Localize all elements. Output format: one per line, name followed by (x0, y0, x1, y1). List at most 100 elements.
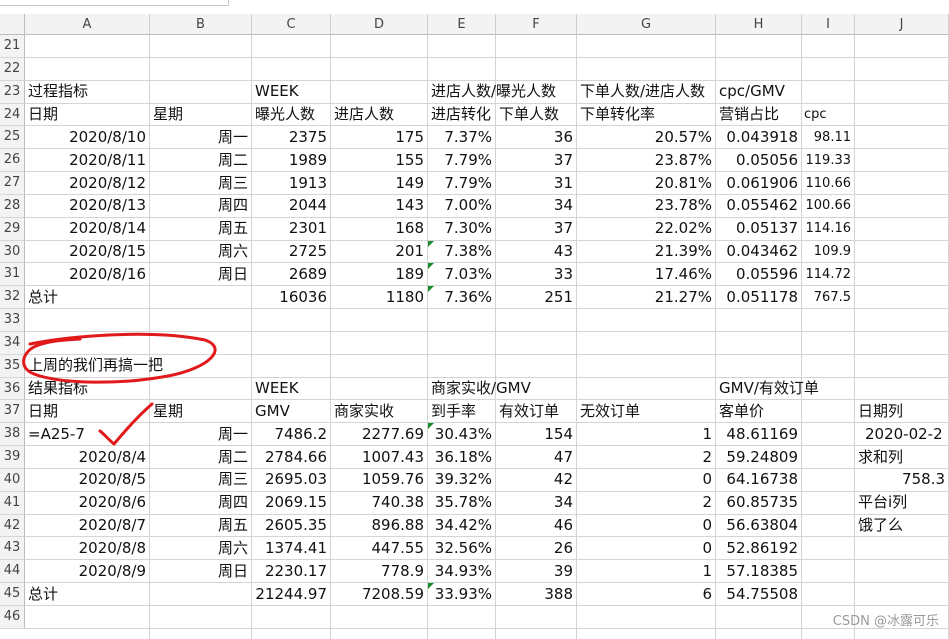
row-header-30[interactable]: 30 (0, 240, 25, 264)
column-header-J[interactable]: J (855, 14, 949, 35)
row-header-38[interactable]: 38 (0, 423, 25, 447)
cell-G42[interactable]: 0 (577, 514, 712, 537)
cell-A43[interactable]: 2020/8/8 (25, 537, 146, 560)
cell-A28[interactable]: 2020/8/13 (25, 194, 146, 217)
cell-A36[interactable]: 结果指标 (28, 377, 88, 400)
cell-E23[interactable]: 进店人数/曝光人数 (431, 80, 556, 103)
cell-B39[interactable]: 周二 (150, 446, 248, 469)
cell-F41[interactable]: 34 (496, 491, 573, 514)
row-header-35[interactable]: 35 (0, 354, 25, 378)
row-header-36[interactable]: 36 (0, 377, 25, 401)
cell-D26[interactable]: 155 (331, 149, 424, 172)
cell-B24[interactable]: 星期 (153, 103, 183, 126)
cell-F40[interactable]: 42 (496, 468, 573, 491)
cell-E28[interactable]: 7.00% (428, 194, 492, 217)
cell-B44[interactable]: 周日 (150, 560, 248, 583)
cell-H26[interactable]: 0.05056 (716, 149, 798, 172)
cell-H23[interactable]: cpc/GMV (719, 80, 785, 103)
cell-D27[interactable]: 149 (331, 172, 424, 195)
cell-F38[interactable]: 154 (496, 423, 573, 446)
cell-A41[interactable]: 2020/8/6 (25, 491, 146, 514)
cell-B40[interactable]: 周三 (150, 468, 248, 491)
cell-E41[interactable]: 35.78% (428, 491, 492, 514)
cell-F29[interactable]: 37 (496, 217, 573, 240)
cell-C30[interactable]: 2725 (252, 240, 327, 263)
cell-H27[interactable]: 0.061906 (716, 172, 798, 195)
cell-E27[interactable]: 7.79% (428, 172, 492, 195)
cell-I30[interactable]: 109.9 (802, 240, 851, 263)
cell-E38[interactable]: 30.43% (428, 423, 492, 446)
cell-D29[interactable]: 168 (331, 217, 424, 240)
cell-F25[interactable]: 36 (496, 126, 573, 149)
cell-F43[interactable]: 26 (496, 537, 573, 560)
cell-E29[interactable]: 7.30% (428, 217, 492, 240)
cell-A35[interactable]: 上周的我们再搞一把 (28, 354, 163, 377)
cell-J42[interactable]: 饿了么 (858, 514, 903, 537)
column-header-B[interactable]: B (150, 14, 252, 35)
cell-E30[interactable]: 7.38% (428, 240, 492, 263)
cell-F37[interactable]: 有效订单 (499, 400, 559, 423)
row-header-39[interactable]: 39 (0, 446, 25, 469)
cell-E43[interactable]: 32.56% (428, 537, 492, 560)
cell-I24[interactable]: cpc (804, 103, 827, 126)
cell-A29[interactable]: 2020/8/14 (25, 217, 146, 240)
row-header-23[interactable]: 23 (0, 80, 25, 104)
cell-D44[interactable]: 778.9 (331, 560, 424, 583)
cell-G45[interactable]: 6 (577, 583, 712, 606)
cell-C28[interactable]: 2044 (252, 194, 327, 217)
select-all-corner[interactable] (0, 14, 25, 35)
cell-G37[interactable]: 无效订单 (580, 400, 640, 423)
cell-H36[interactable]: GMV/有效订单 (719, 377, 819, 400)
cell-C24[interactable]: 曝光人数 (255, 103, 315, 126)
cell-A32[interactable]: 总计 (28, 286, 58, 309)
cell-E45[interactable]: 33.93% (428, 583, 492, 606)
cell-D42[interactable]: 896.88 (331, 514, 425, 537)
cell-A27[interactable]: 2020/8/12 (25, 172, 146, 195)
cell-H40[interactable]: 64.16738 (716, 468, 798, 491)
row-header-34[interactable]: 34 (0, 331, 25, 355)
cell-C23[interactable]: WEEK (255, 80, 299, 103)
row-header-22[interactable]: 22 (0, 57, 25, 81)
cell-I26[interactable]: 119.33 (802, 149, 852, 172)
cell-A38[interactable]: =A25-7 (28, 423, 85, 446)
cell-H38[interactable]: 48.61169 (716, 423, 798, 446)
cell-A44[interactable]: 2020/8/9 (25, 560, 146, 583)
cell-G25[interactable]: 20.57% (577, 126, 712, 149)
cell-C26[interactable]: 1989 (252, 149, 327, 172)
cell-F44[interactable]: 39 (496, 560, 573, 583)
cell-C36[interactable]: WEEK (255, 377, 299, 400)
row-header-25[interactable]: 25 (0, 126, 25, 150)
row-header-33[interactable]: 33 (0, 309, 25, 332)
cell-F39[interactable]: 47 (496, 446, 573, 469)
cell-D40[interactable]: 1059.76 (331, 468, 424, 491)
cell-D32[interactable]: 1180 (331, 286, 424, 309)
cell-A40[interactable]: 2020/8/5 (25, 468, 146, 491)
cell-D45[interactable]: 7208.59 (331, 583, 424, 606)
cell-D31[interactable]: 189 (331, 263, 424, 286)
cell-I31[interactable]: 114.72 (802, 263, 852, 286)
cell-D24[interactable]: 进店人数 (334, 103, 394, 126)
cell-F32[interactable]: 251 (496, 286, 573, 309)
cell-H29[interactable]: 0.05137 (716, 217, 798, 240)
cell-E31[interactable]: 7.03% (428, 263, 492, 286)
cell-D25[interactable]: 175 (331, 126, 424, 149)
cell-H31[interactable]: 0.05596 (716, 263, 798, 286)
row-header-28[interactable]: 28 (0, 194, 25, 218)
column-header-I[interactable]: I (802, 14, 855, 35)
cell-J37[interactable]: 日期列 (858, 400, 903, 423)
cell-G30[interactable]: 21.39% (577, 240, 712, 263)
cell-B29[interactable]: 周五 (150, 217, 248, 240)
cell-G28[interactable]: 23.78% (577, 194, 712, 217)
cell-H24[interactable]: 营销占比 (719, 103, 779, 126)
cell-G40[interactable]: 0 (577, 468, 712, 491)
cell-A24[interactable]: 日期 (28, 103, 58, 126)
cell-B28[interactable]: 周四 (150, 194, 248, 217)
row-header-41[interactable]: 41 (0, 491, 25, 515)
cell-G24[interactable]: 下单转化率 (580, 103, 655, 126)
cell-C27[interactable]: 1913 (252, 172, 327, 195)
cell-E32[interactable]: 7.36% (428, 286, 492, 309)
cell-E40[interactable]: 39.32% (428, 468, 492, 491)
row-header-40[interactable]: 40 (0, 468, 25, 492)
cell-J41[interactable]: 平台i列 (858, 491, 907, 514)
cell-H45[interactable]: 54.75508 (716, 583, 798, 606)
